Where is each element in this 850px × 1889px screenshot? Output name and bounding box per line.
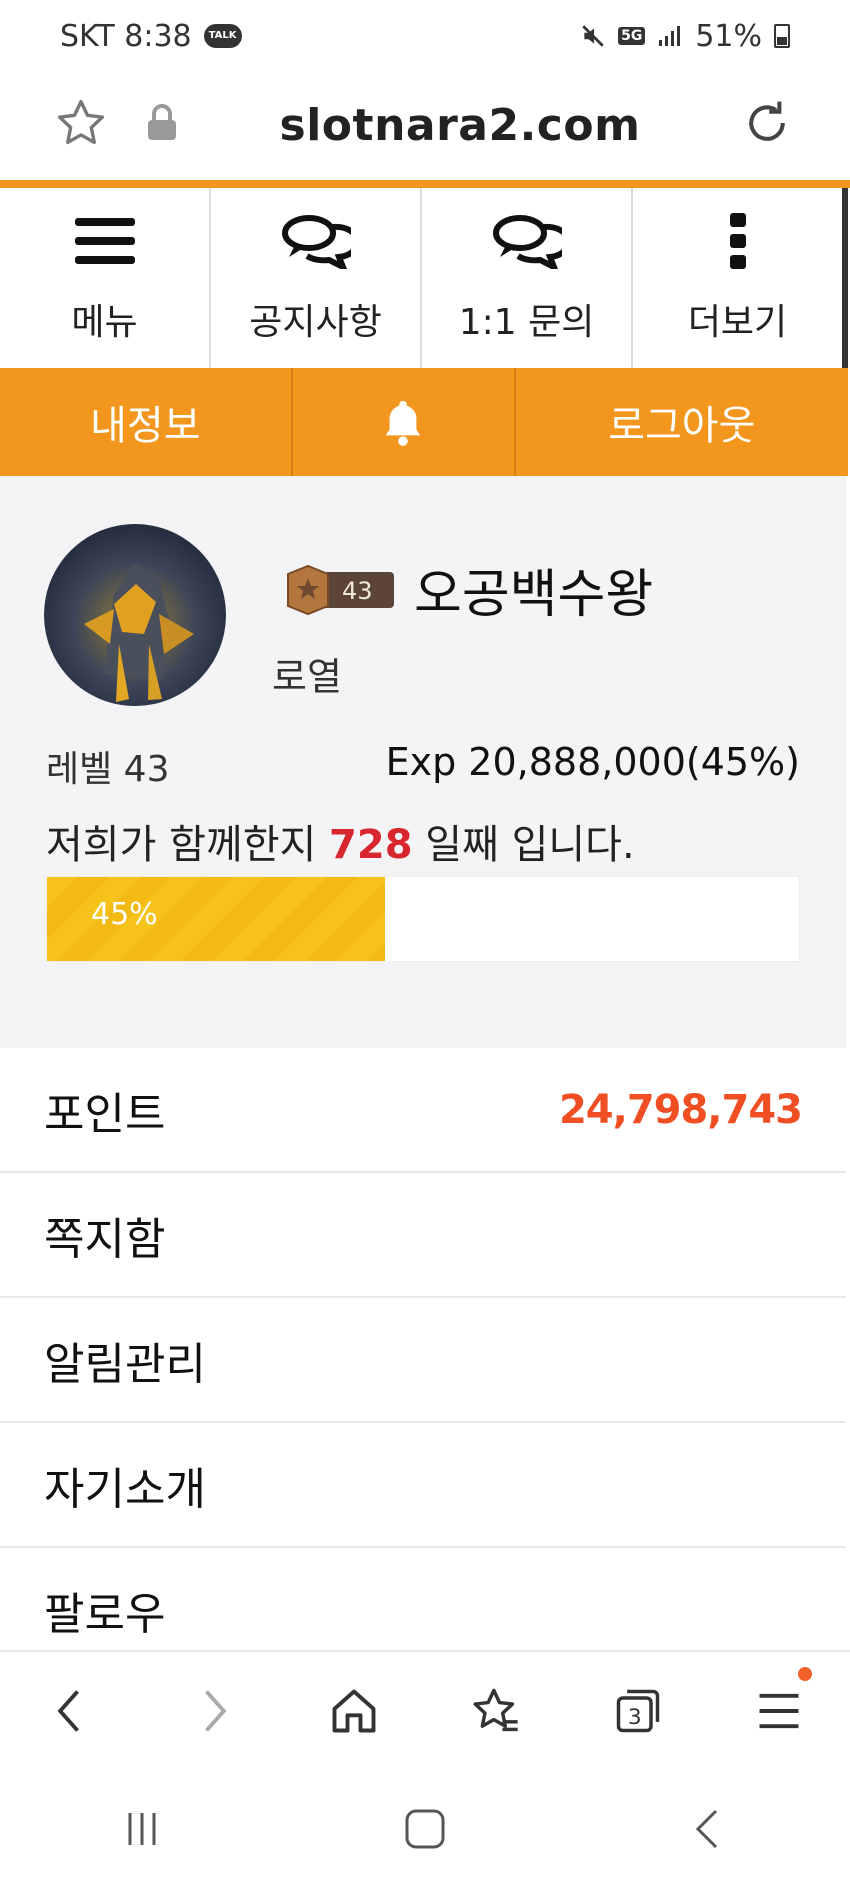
logout-button[interactable]: 로그아웃 [516, 368, 848, 476]
member-grade: 로열 [272, 655, 342, 699]
exp-text: Exp 20,888,000(45%) [385, 740, 800, 784]
back-button[interactable] [0, 1685, 142, 1737]
recent-apps-icon [128, 1812, 156, 1845]
signal-icon [659, 26, 681, 46]
recent-apps-button[interactable] [102, 1799, 182, 1859]
refresh-icon[interactable] [740, 96, 794, 150]
chat-bubbles-icon [492, 211, 562, 271]
url-bar: slotnara2.com [0, 72, 850, 181]
mute-icon [582, 25, 604, 47]
logout-label: 로그아웃 [608, 403, 756, 449]
status-bar: SKT 8:38 TALK 5G 51% [0, 0, 850, 72]
nav-notice-label: 공지사항 [249, 302, 382, 343]
nav-notice[interactable]: 공지사항 [211, 188, 422, 368]
notification-dot-icon [798, 1667, 813, 1681]
bell-icon [385, 400, 421, 446]
menu-item-label: 포인트 [44, 1088, 166, 1140]
back-nav-button[interactable] [668, 1799, 748, 1859]
carrier-time: SKT 8:38 [60, 18, 192, 54]
days-prefix: 저희가 함께한지 [46, 822, 317, 868]
my-info-label: 내정보 [90, 403, 201, 449]
url-address[interactable]: slotnara2.com [200, 100, 720, 151]
browser-toolbar: 3 [0, 1650, 850, 1770]
hamburger-menu-icon [70, 211, 140, 271]
talk-notification-icon: TALK [203, 24, 242, 48]
network-indicator: 5G [618, 27, 646, 45]
tabs-icon: 3 [616, 1689, 659, 1733]
bookmarks-icon [473, 1688, 518, 1732]
level-badge-number: 43 [342, 577, 373, 605]
accent-divider [0, 180, 850, 188]
home-square-icon [405, 1809, 445, 1848]
menu-item-label: 자기소개 [44, 1463, 206, 1515]
username: 오공백수왕 [414, 565, 654, 625]
notifications-button[interactable] [293, 368, 516, 476]
avatar[interactable] [44, 524, 226, 706]
nav-inquiry[interactable]: 1:1 문의 [422, 188, 633, 368]
home-button[interactable] [283, 1685, 425, 1737]
tabs-button[interactable]: 3 [567, 1685, 709, 1737]
membership-days: 저희가 함께한지 728 일째 입니다. [46, 812, 635, 870]
my-info-button[interactable]: 내정보 [0, 368, 293, 476]
exp-progress-label: 45% [91, 897, 158, 932]
account-bar: 내정보 로그아웃 [0, 368, 848, 476]
nav-menu[interactable]: 메뉴 [0, 188, 211, 368]
system-nav [0, 1768, 850, 1889]
battery-percent: 51% [695, 18, 762, 54]
bookmarks-button[interactable] [425, 1685, 567, 1737]
battery-icon [774, 24, 790, 48]
back-chevron-icon [696, 1809, 718, 1848]
profile-card: 43 오공백수왕 로열 레벨 43 Exp 20,888,000(45%) 저희… [0, 476, 846, 1050]
menu-item-introduction[interactable]: 자기소개 [0, 1423, 846, 1548]
back-icon [57, 1690, 79, 1732]
forward-button[interactable] [142, 1685, 284, 1737]
forward-icon [204, 1690, 226, 1732]
level-text: 레벨 43 [46, 749, 170, 790]
account-menu-list: 포인트 24,798,743 쪽지함 알림관리 자기소개 팔로우 [0, 1048, 846, 1673]
bookmark-star-icon[interactable] [54, 96, 108, 150]
level-badge-icon: 43 [287, 564, 394, 616]
days-count: 728 [329, 822, 413, 868]
exp-progress-bar: 45% [46, 876, 800, 962]
tabs-count: 3 [627, 1705, 641, 1730]
top-nav: 메뉴 공지사항 1:1 문의 더보기 [0, 188, 848, 368]
menu-item-label: 쪽지함 [44, 1213, 166, 1265]
nav-inquiry-label: 1:1 문의 [458, 302, 595, 343]
menu-item-points[interactable]: 포인트 24,798,743 [0, 1048, 846, 1173]
menu-item-label: 알림관리 [44, 1338, 206, 1390]
points-value: 24,798,743 [558, 1086, 803, 1133]
browser-menu-icon [759, 1693, 799, 1729]
home-icon [332, 1689, 376, 1733]
home-nav-button[interactable] [385, 1799, 465, 1859]
nav-menu-label: 메뉴 [71, 302, 138, 343]
browser-menu-button[interactable] [708, 1667, 850, 1737]
menu-item-notification-settings[interactable]: 알림관리 [0, 1298, 846, 1423]
nav-more[interactable]: 더보기 [633, 188, 842, 368]
menu-item-label: 팔로우 [44, 1588, 166, 1640]
menu-item-messages[interactable]: 쪽지함 [0, 1173, 846, 1298]
more-vertical-icon [703, 211, 773, 271]
nav-more-label: 더보기 [687, 302, 788, 343]
lock-icon [148, 104, 176, 140]
chat-bubbles-icon [281, 211, 351, 271]
days-suffix: 일째 입니다. [425, 822, 635, 868]
